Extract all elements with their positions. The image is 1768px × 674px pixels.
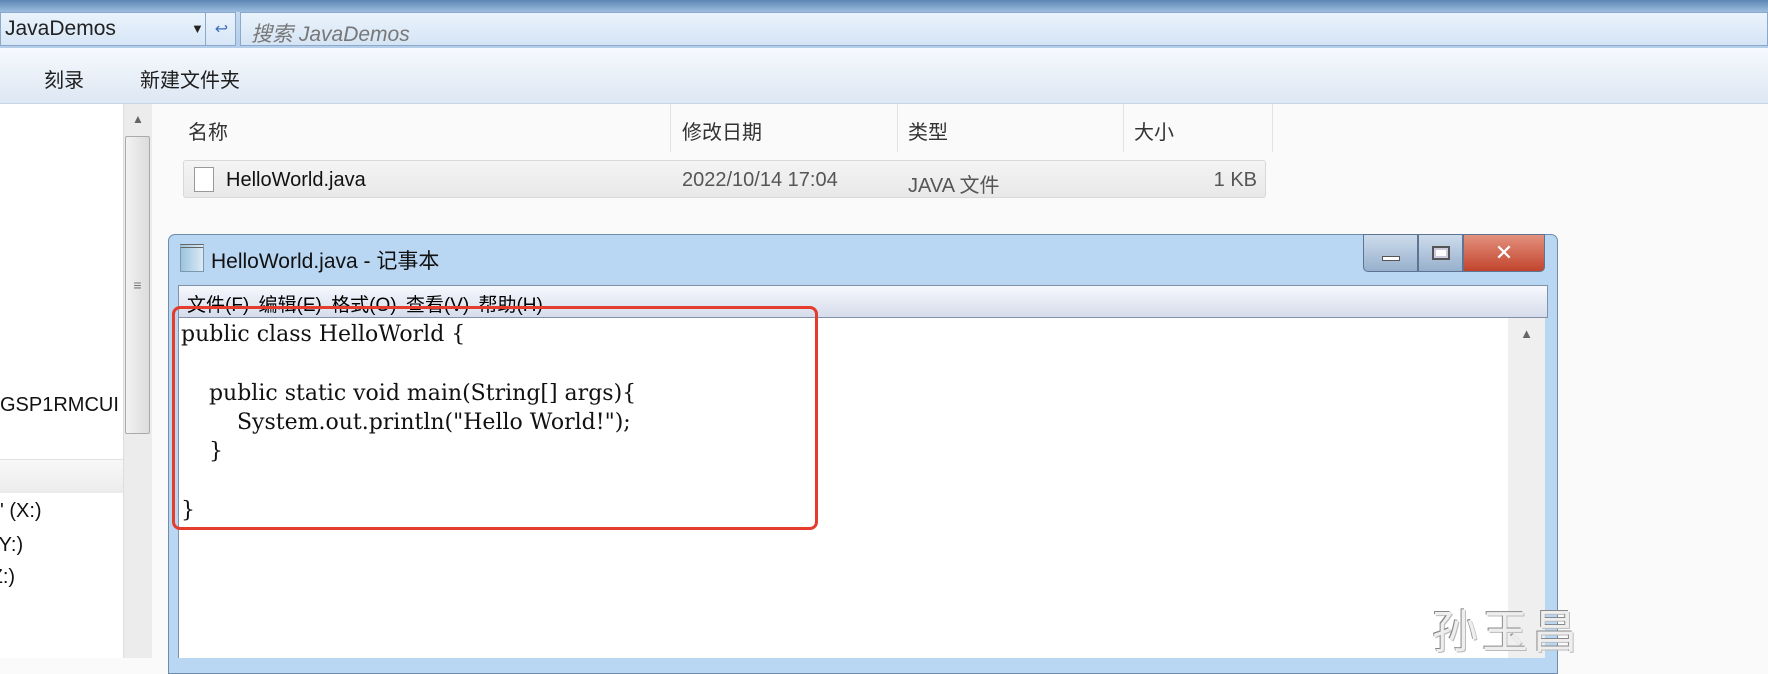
close-button[interactable]: ✕: [1463, 234, 1545, 272]
file-modified: 2022/10/14 17:04: [682, 169, 838, 191]
address-path: JavaDemos: [5, 17, 116, 40]
refresh-icon[interactable]: ↩: [205, 13, 237, 45]
column-name[interactable]: 名称: [188, 116, 228, 145]
maximize-button[interactable]: [1418, 234, 1463, 272]
nav-group-header: [0, 459, 123, 493]
desktop-strip: [0, 0, 1768, 12]
nav-item[interactable]: (Y:): [0, 534, 23, 557]
toolbar: 刻录 新建文件夹: [0, 48, 1768, 104]
notepad-title: HelloWorld.java - 记事本: [211, 250, 440, 273]
minimize-icon: [1381, 255, 1400, 261]
navigation-pane: GSP1RMCUI c' (X:) (Y:) (Z:): [0, 104, 123, 658]
column-modified[interactable]: 修改日期: [682, 116, 762, 145]
column-headers: 名称 修改日期 类型 大小: [152, 104, 1768, 152]
nav-item[interactable]: (Z:): [0, 566, 15, 589]
watermark: 孙玉昌: [1432, 606, 1582, 658]
notepad-icon: [180, 244, 204, 272]
maximize-icon: [1431, 246, 1450, 260]
scroll-up-icon[interactable]: ▲: [1520, 326, 1533, 341]
nav-scroll-thumb[interactable]: ≡: [125, 136, 150, 434]
scroll-up-icon[interactable]: ▲: [124, 104, 152, 126]
chevron-down-icon[interactable]: ▼: [191, 21, 204, 36]
file-size: 1 KB: [1213, 169, 1257, 191]
file-icon: [194, 167, 214, 192]
column-size[interactable]: 大小: [1134, 116, 1174, 145]
address-field[interactable]: JavaDemos ▼ ↩: [0, 12, 236, 46]
minimize-button[interactable]: [1363, 234, 1418, 272]
file-type: JAVA 文件: [908, 175, 1000, 197]
nav-item[interactable]: GSP1RMCUI: [0, 394, 119, 417]
file-row[interactable]: HelloWorld.java 2022/10/14 17:04 JAVA 文件…: [183, 160, 1266, 198]
burn-button[interactable]: 刻录: [44, 64, 84, 93]
highlight-box: [172, 306, 818, 530]
nav-item[interactable]: c' (X:): [0, 500, 42, 523]
new-folder-button[interactable]: 新建文件夹: [140, 64, 240, 93]
column-type[interactable]: 类型: [908, 116, 948, 145]
search-input[interactable]: 搜索 JavaDemos: [240, 12, 1768, 46]
file-name: HelloWorld.java: [226, 169, 366, 191]
close-icon: ✕: [1494, 240, 1514, 265]
